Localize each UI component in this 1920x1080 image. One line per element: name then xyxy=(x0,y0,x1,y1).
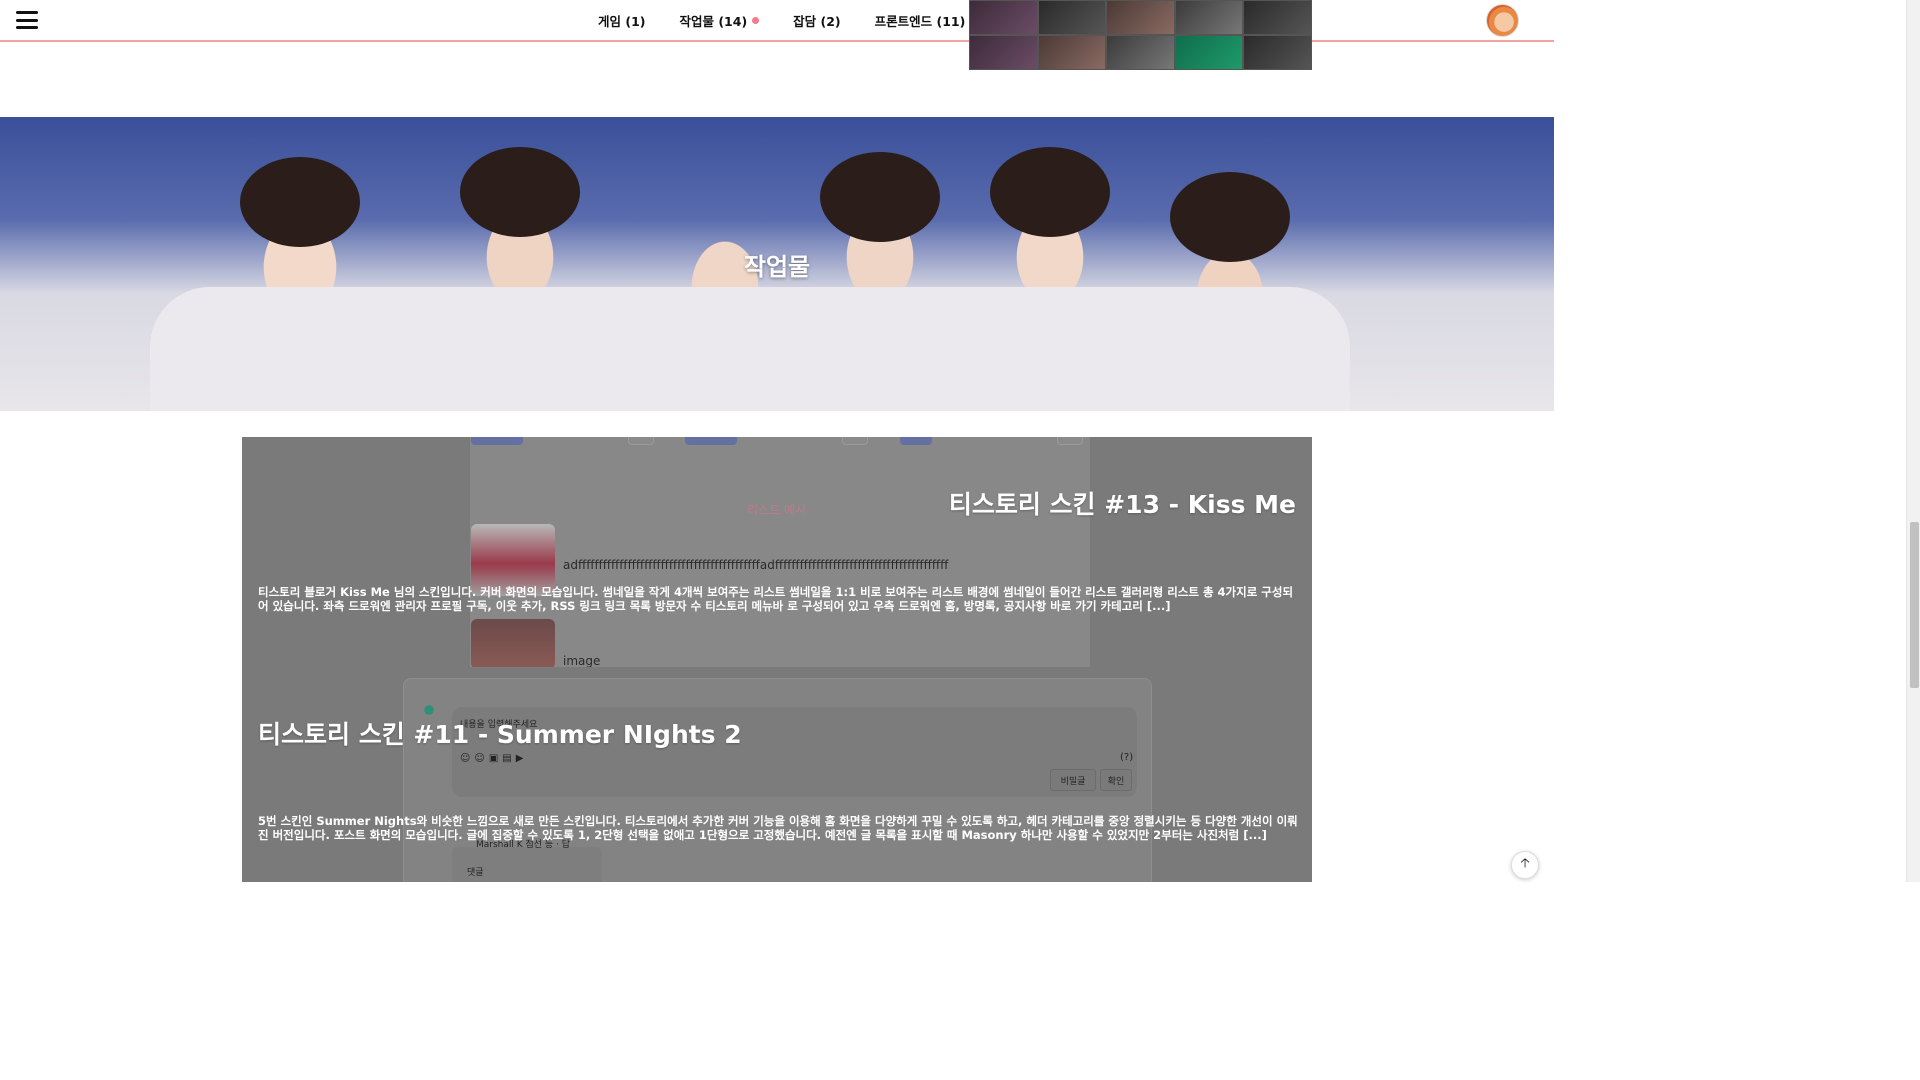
bg-text: adffffffffffffffffffffffffffffffffffffff… xyxy=(563,558,949,572)
post-background-image: 내용을 입력해주세요 ☺☺▣▤▶ (?) 비밀글 확인 Marshall K 점… xyxy=(242,667,1312,882)
post-excerpt: 5번 스킨인 Summer Nights와 비슷한 느낌으로 새로 만든 스킨입… xyxy=(258,814,1298,842)
hamburger-menu-icon[interactable] xyxy=(16,11,38,29)
post-title[interactable]: 티스토리 스킨 #11 - Summer NIghts 2 xyxy=(258,715,742,751)
scrollbar-thumb[interactable] xyxy=(1910,522,1919,688)
nav-item-label: 게임 (1) xyxy=(598,13,646,29)
page-scrollbar[interactable] xyxy=(1906,0,1920,882)
site-header: 게임 (1) 작업물 (14) 잡담 (2) 프론트엔드 (11) xyxy=(0,0,1554,42)
nav-item-chat[interactable]: 잡담 (2) xyxy=(793,11,840,30)
nav-item-works[interactable]: 작업물 (14) xyxy=(679,11,760,30)
bg-text: image xyxy=(563,654,601,667)
page-title: 작업물 xyxy=(743,252,811,281)
bg-text: (?) xyxy=(1120,752,1134,763)
thumbnail xyxy=(1174,35,1244,70)
gallery-thumbnail-strip xyxy=(969,0,1312,70)
bg-text: 비밀글 xyxy=(1050,769,1096,791)
nav-item-label: 잡담 (2) xyxy=(793,13,841,29)
thumbnail xyxy=(1106,35,1175,70)
nav-item-label: 프론트엔드 (11) xyxy=(874,13,966,29)
thumbnail xyxy=(1243,35,1312,70)
nav-item-label: 작업물 (14) xyxy=(679,13,748,29)
nav-item-frontend[interactable]: 프론트엔드 (11) xyxy=(875,11,978,30)
post-title[interactable]: 티스토리 스킨 #13 - Kiss Me xyxy=(949,485,1296,521)
thumbnail xyxy=(1174,0,1244,35)
post-excerpt: 티스토리 블로거 Kiss Me 님의 스킨입니다. 커버 화면의 모습입니다.… xyxy=(258,585,1294,613)
nav-item-game[interactable]: 게임 (1) xyxy=(598,11,645,30)
bg-text: 리스트 예시 xyxy=(747,503,807,517)
category-nav: 게임 (1) 작업물 (14) 잡담 (2) 프론트엔드 (11) xyxy=(598,0,1011,40)
thumbnail xyxy=(1037,0,1107,35)
new-post-dot xyxy=(752,16,760,24)
post-card[interactable]: 리스트 예시 adfffffffffffffffffffffffffffffff… xyxy=(242,437,1312,667)
avatar[interactable] xyxy=(1486,4,1519,37)
scroll-to-top-button[interactable]: 🡡 xyxy=(1511,851,1539,879)
post-background-image: 리스트 예시 adfffffffffffffffffffffffffffffff… xyxy=(242,437,1312,667)
bg-text: 확인 xyxy=(1100,769,1132,791)
thumbnail xyxy=(1037,35,1107,70)
thumbnail xyxy=(969,35,1038,70)
arrow-up-icon: 🡡 xyxy=(1520,856,1530,871)
post-card[interactable]: 내용을 입력해주세요 ☺☺▣▤▶ (?) 비밀글 확인 Marshall K 점… xyxy=(242,667,1312,882)
thumbnail xyxy=(1106,0,1175,35)
thumbnail xyxy=(1243,0,1312,35)
category-hero-banner: 작업물 xyxy=(0,117,1554,411)
thumbnail xyxy=(969,0,1038,35)
bg-text: 댓글 xyxy=(467,868,484,878)
